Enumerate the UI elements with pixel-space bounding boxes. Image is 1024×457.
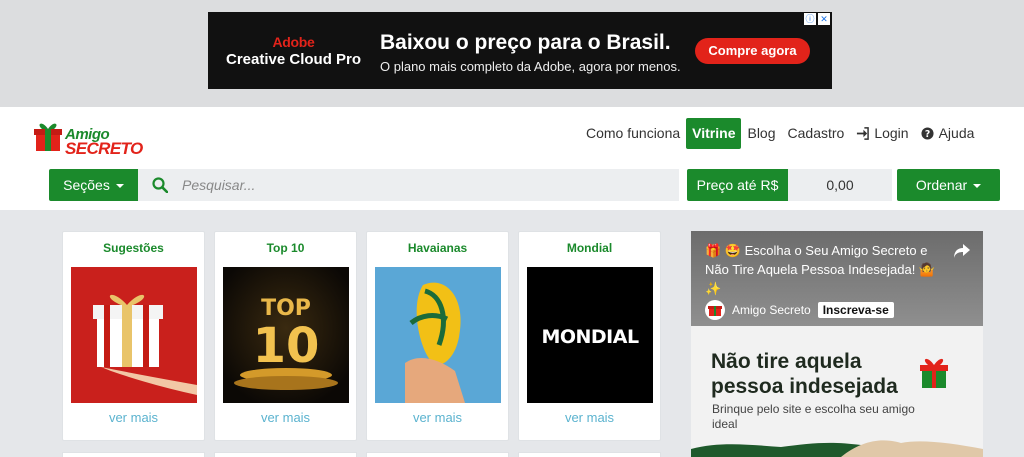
card-title: Sugestões (103, 241, 164, 255)
nav-ajuda[interactable]: ? Ajuda (915, 118, 981, 149)
search-input[interactable] (182, 169, 662, 201)
ad-brand: Adobe Creative Cloud Pro (226, 34, 361, 68)
youtube-video-embed[interactable]: 🎁 🤩 Escolha o Seu Amigo Secreto e Não Ti… (691, 231, 983, 457)
mondial-logo-text: MONDIAL (541, 326, 639, 348)
gift-box-image[interactable] (71, 267, 197, 403)
ordenar-dropdown[interactable]: Ordenar (897, 169, 1000, 201)
gift-logo-icon (34, 123, 62, 151)
hills-illustration (691, 440, 983, 457)
ad-product-name: Creative Cloud Pro (226, 51, 362, 68)
ver-mais-link[interactable]: ver mais (63, 410, 204, 425)
nav-label: Vitrine (692, 125, 736, 141)
ver-mais-link[interactable]: ver mais (367, 410, 508, 425)
nav-label: Blog (747, 125, 776, 141)
video-channel: Amigo Secreto Inscreva-se (705, 300, 894, 320)
channel-avatar[interactable] (705, 300, 725, 320)
secoes-label: Seções (63, 177, 110, 193)
category-card-next[interactable] (62, 452, 205, 457)
ad-info-icon[interactable]: ⓘ (804, 13, 816, 25)
headline-line-2: pessoa indesejada (711, 375, 898, 398)
caret-down-icon (973, 184, 982, 189)
top-10-number: 10 (253, 318, 320, 374)
category-card-sugestoes[interactable]: Sugestões ver mais (62, 231, 205, 441)
ad-cta-button[interactable]: Compre agora (695, 38, 810, 64)
nav-blog[interactable]: Blog (741, 118, 781, 149)
category-card-next[interactable] (366, 452, 509, 457)
flip-flop-image[interactable] (375, 267, 501, 403)
site-logo[interactable]: Amigo SECRETO (34, 116, 143, 158)
ad-headline: Baixou o preço para o Brasil. (380, 31, 671, 54)
nav-login[interactable]: Login (850, 118, 914, 149)
nav-vitrine[interactable]: Vitrine (686, 118, 742, 149)
nav-label: Ajuda (938, 125, 975, 141)
main-nav: Como funciona Vitrine Blog Cadastro Logi… (580, 118, 980, 149)
category-card-havaianas[interactable]: Havaianas ver mais (366, 231, 509, 441)
ad-subline: O plano mais completo da Adobe, agora po… (380, 59, 681, 74)
subscribe-button[interactable]: Inscreva-se (817, 302, 894, 318)
mondial-logo-image[interactable]: MONDIAL (527, 267, 653, 403)
logo-text-secreto: SECRETO (65, 139, 143, 158)
ver-mais-link[interactable]: ver mais (215, 410, 356, 425)
nav-label: Como funciona (586, 125, 681, 141)
card-title: Top 10 (266, 241, 305, 255)
ver-mais-link[interactable]: ver mais (519, 410, 660, 425)
ad-brand-name: Adobe (272, 34, 315, 50)
sign-in-icon (857, 127, 870, 140)
nav-cadastro[interactable]: Cadastro (782, 118, 851, 149)
ordenar-label: Ordenar (915, 177, 968, 193)
nav-label: Cadastro (787, 125, 845, 141)
video-thumbnail-subtext: Brinque pelo site e escolha seu amigo id… (712, 402, 915, 431)
headline-line-1: Não tire aquela (711, 350, 862, 373)
card-title: Mondial (566, 241, 613, 255)
secoes-dropdown[interactable]: Seções (49, 169, 138, 201)
video-thumbnail-headline: Não tire aquela pessoa indesejada (711, 349, 898, 399)
search-box (138, 169, 679, 201)
gift-logo-icon (708, 306, 722, 316)
question-circle-icon: ? (921, 127, 934, 140)
search-icon[interactable] (152, 177, 168, 193)
category-card-next[interactable] (518, 452, 661, 457)
top-10-image[interactable]: TOP 10 (223, 267, 349, 403)
ad-choices[interactable]: ⓘ ✕ (804, 13, 830, 25)
category-card-top-10[interactable]: Top 10 TOP 10 ver mais (214, 231, 357, 441)
video-title[interactable]: 🎁 🤩 Escolha o Seu Amigo Secreto e Não Ti… (705, 241, 945, 298)
nav-como-funciona[interactable]: Como funciona (580, 118, 686, 149)
nav-label: Login (874, 125, 909, 141)
preco-input[interactable] (788, 169, 892, 201)
category-card-mondial[interactable]: Mondial MONDIAL ver mais (518, 231, 661, 441)
preco-label: Preço até R$ (687, 169, 788, 201)
gift-icon (920, 358, 948, 388)
site-header: Amigo SECRETO Como funciona Vitrine Blog… (0, 107, 1024, 210)
card-title: Havaianas (407, 241, 468, 255)
channel-name[interactable]: Amigo Secreto (732, 303, 811, 317)
ad-zone: Adobe Creative Cloud Pro Baixou o preço … (0, 0, 1024, 107)
category-card-next[interactable] (214, 452, 357, 457)
ad-close-icon[interactable]: ✕ (818, 13, 830, 25)
ad-banner[interactable]: Adobe Creative Cloud Pro Baixou o preço … (208, 12, 832, 89)
svg-text:?: ? (924, 129, 929, 140)
share-icon[interactable] (953, 243, 971, 259)
caret-down-icon (115, 184, 124, 189)
